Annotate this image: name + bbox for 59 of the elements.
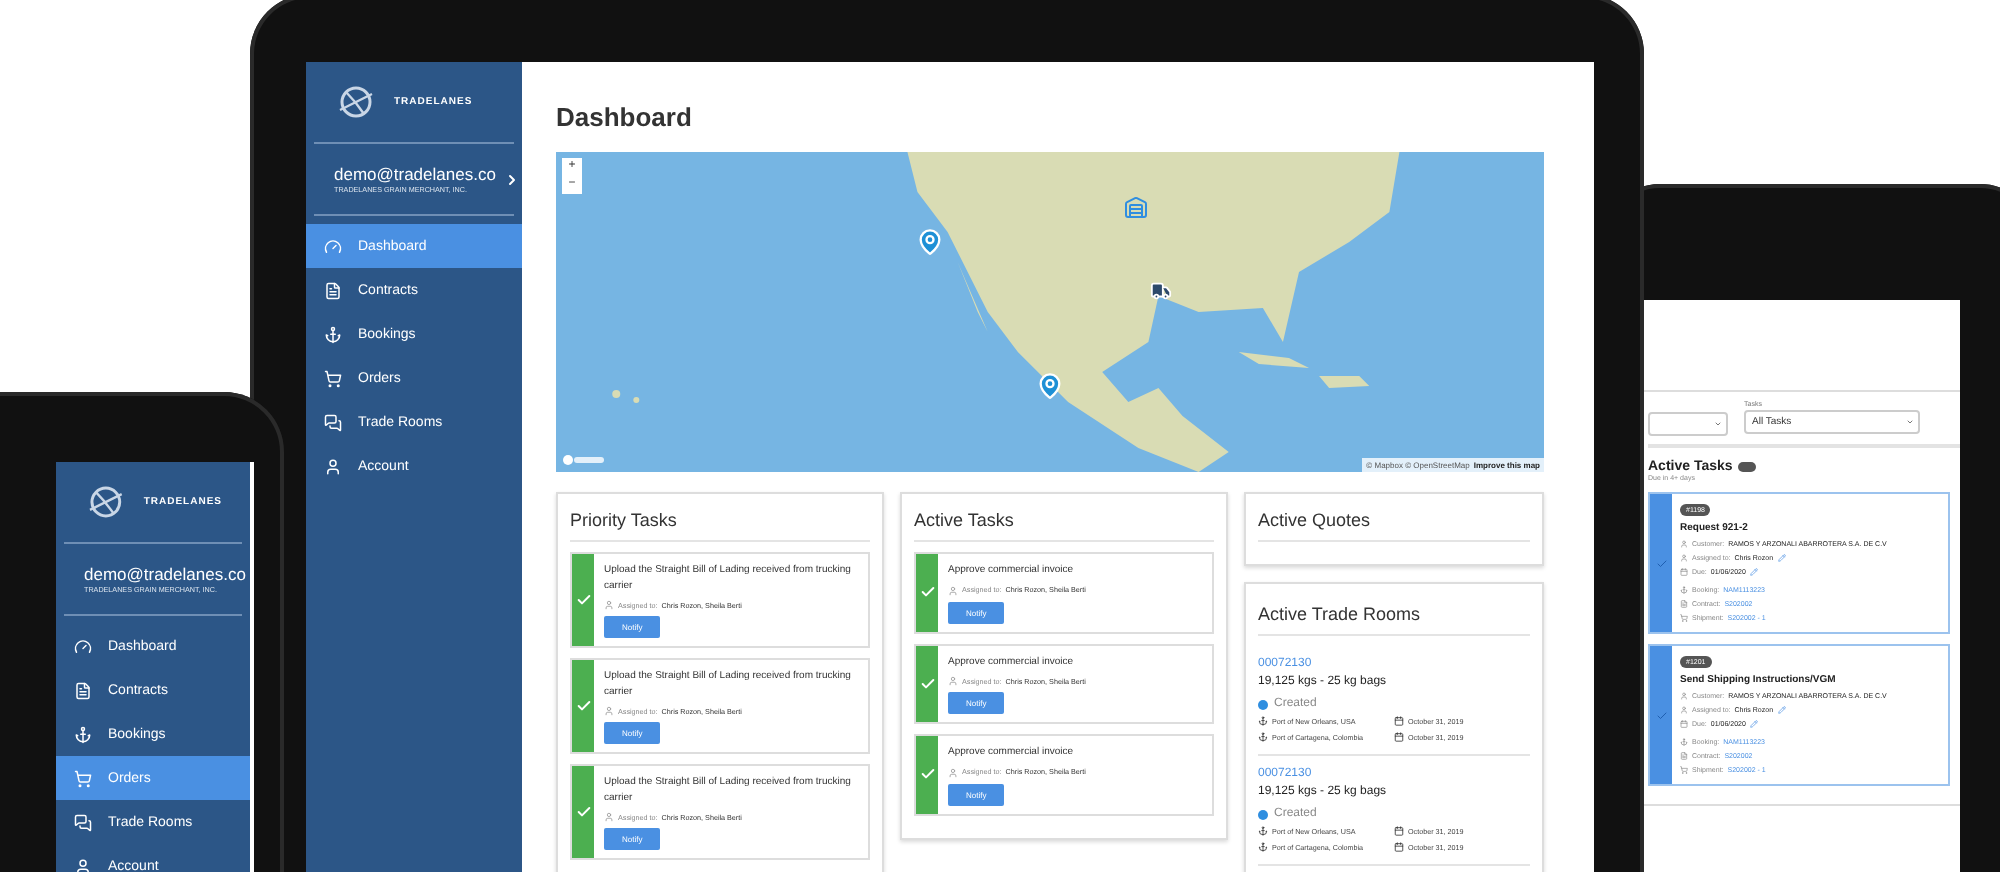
panel-title: Active Trade Rooms	[1258, 584, 1530, 636]
calendar-icon	[1394, 716, 1404, 726]
calendar-icon	[1394, 732, 1404, 742]
cart-icon	[74, 769, 92, 787]
cart-icon	[324, 369, 342, 387]
cart-icon	[1680, 614, 1688, 622]
anchor-icon	[1258, 826, 1268, 836]
user-icon	[1680, 540, 1688, 548]
calendar-icon	[1680, 568, 1688, 576]
calendar-icon	[1394, 842, 1404, 852]
globe-logo-icon	[84, 486, 128, 518]
user-email: demo@tradelanes.co	[84, 564, 246, 584]
edit-icon[interactable]	[1777, 706, 1786, 714]
page-title: Dashboard	[556, 102, 694, 132]
panel-title: Active Tasks	[914, 494, 1214, 542]
anchor-icon	[1680, 738, 1688, 746]
user-icon	[604, 706, 614, 716]
document-icon	[1680, 600, 1688, 608]
chat-icon	[74, 813, 92, 831]
panel-title: Active Quotes	[1258, 494, 1530, 542]
calendar-icon	[1680, 720, 1688, 728]
edit-icon[interactable]	[1749, 720, 1758, 728]
edit-icon[interactable]	[1749, 568, 1758, 576]
map-pin-icon	[1036, 372, 1064, 400]
document-icon	[1680, 752, 1688, 760]
filter-select[interactable]	[1648, 412, 1728, 436]
user-icon	[1680, 692, 1688, 700]
user-icon	[948, 767, 958, 777]
user-icon	[948, 585, 958, 595]
panel-title: Priority Tasks	[570, 494, 870, 542]
truck-icon	[1150, 280, 1172, 302]
map-pin-icon	[916, 228, 944, 256]
document-icon	[74, 681, 92, 699]
user-icon	[74, 857, 92, 872]
document-icon	[324, 281, 342, 299]
anchor-icon	[1680, 586, 1688, 594]
user-icon	[604, 600, 614, 610]
user-email: demo@tradelanes.co	[334, 164, 496, 184]
edit-icon[interactable]	[1777, 554, 1786, 562]
chat-icon	[324, 413, 342, 431]
anchor-icon	[1258, 716, 1268, 726]
user-icon	[1680, 554, 1688, 562]
user-icon	[604, 812, 614, 822]
user-icon	[324, 457, 342, 475]
globe-logo-icon	[334, 86, 378, 118]
mapbox-logo-icon	[562, 454, 606, 466]
cart-icon	[1680, 766, 1688, 774]
anchor-icon	[74, 725, 92, 743]
anchor-icon	[1258, 842, 1268, 852]
count-badge	[1738, 462, 1757, 472]
gauge-icon	[324, 237, 342, 255]
gauge-icon	[74, 637, 92, 655]
anchor-icon	[1258, 732, 1268, 742]
chevron-right-icon[interactable]	[503, 171, 520, 187]
calendar-icon	[1394, 826, 1404, 836]
user-icon	[1680, 706, 1688, 714]
user-icon	[948, 676, 958, 686]
anchor-icon	[324, 325, 342, 343]
warehouse-icon	[1124, 196, 1148, 220]
